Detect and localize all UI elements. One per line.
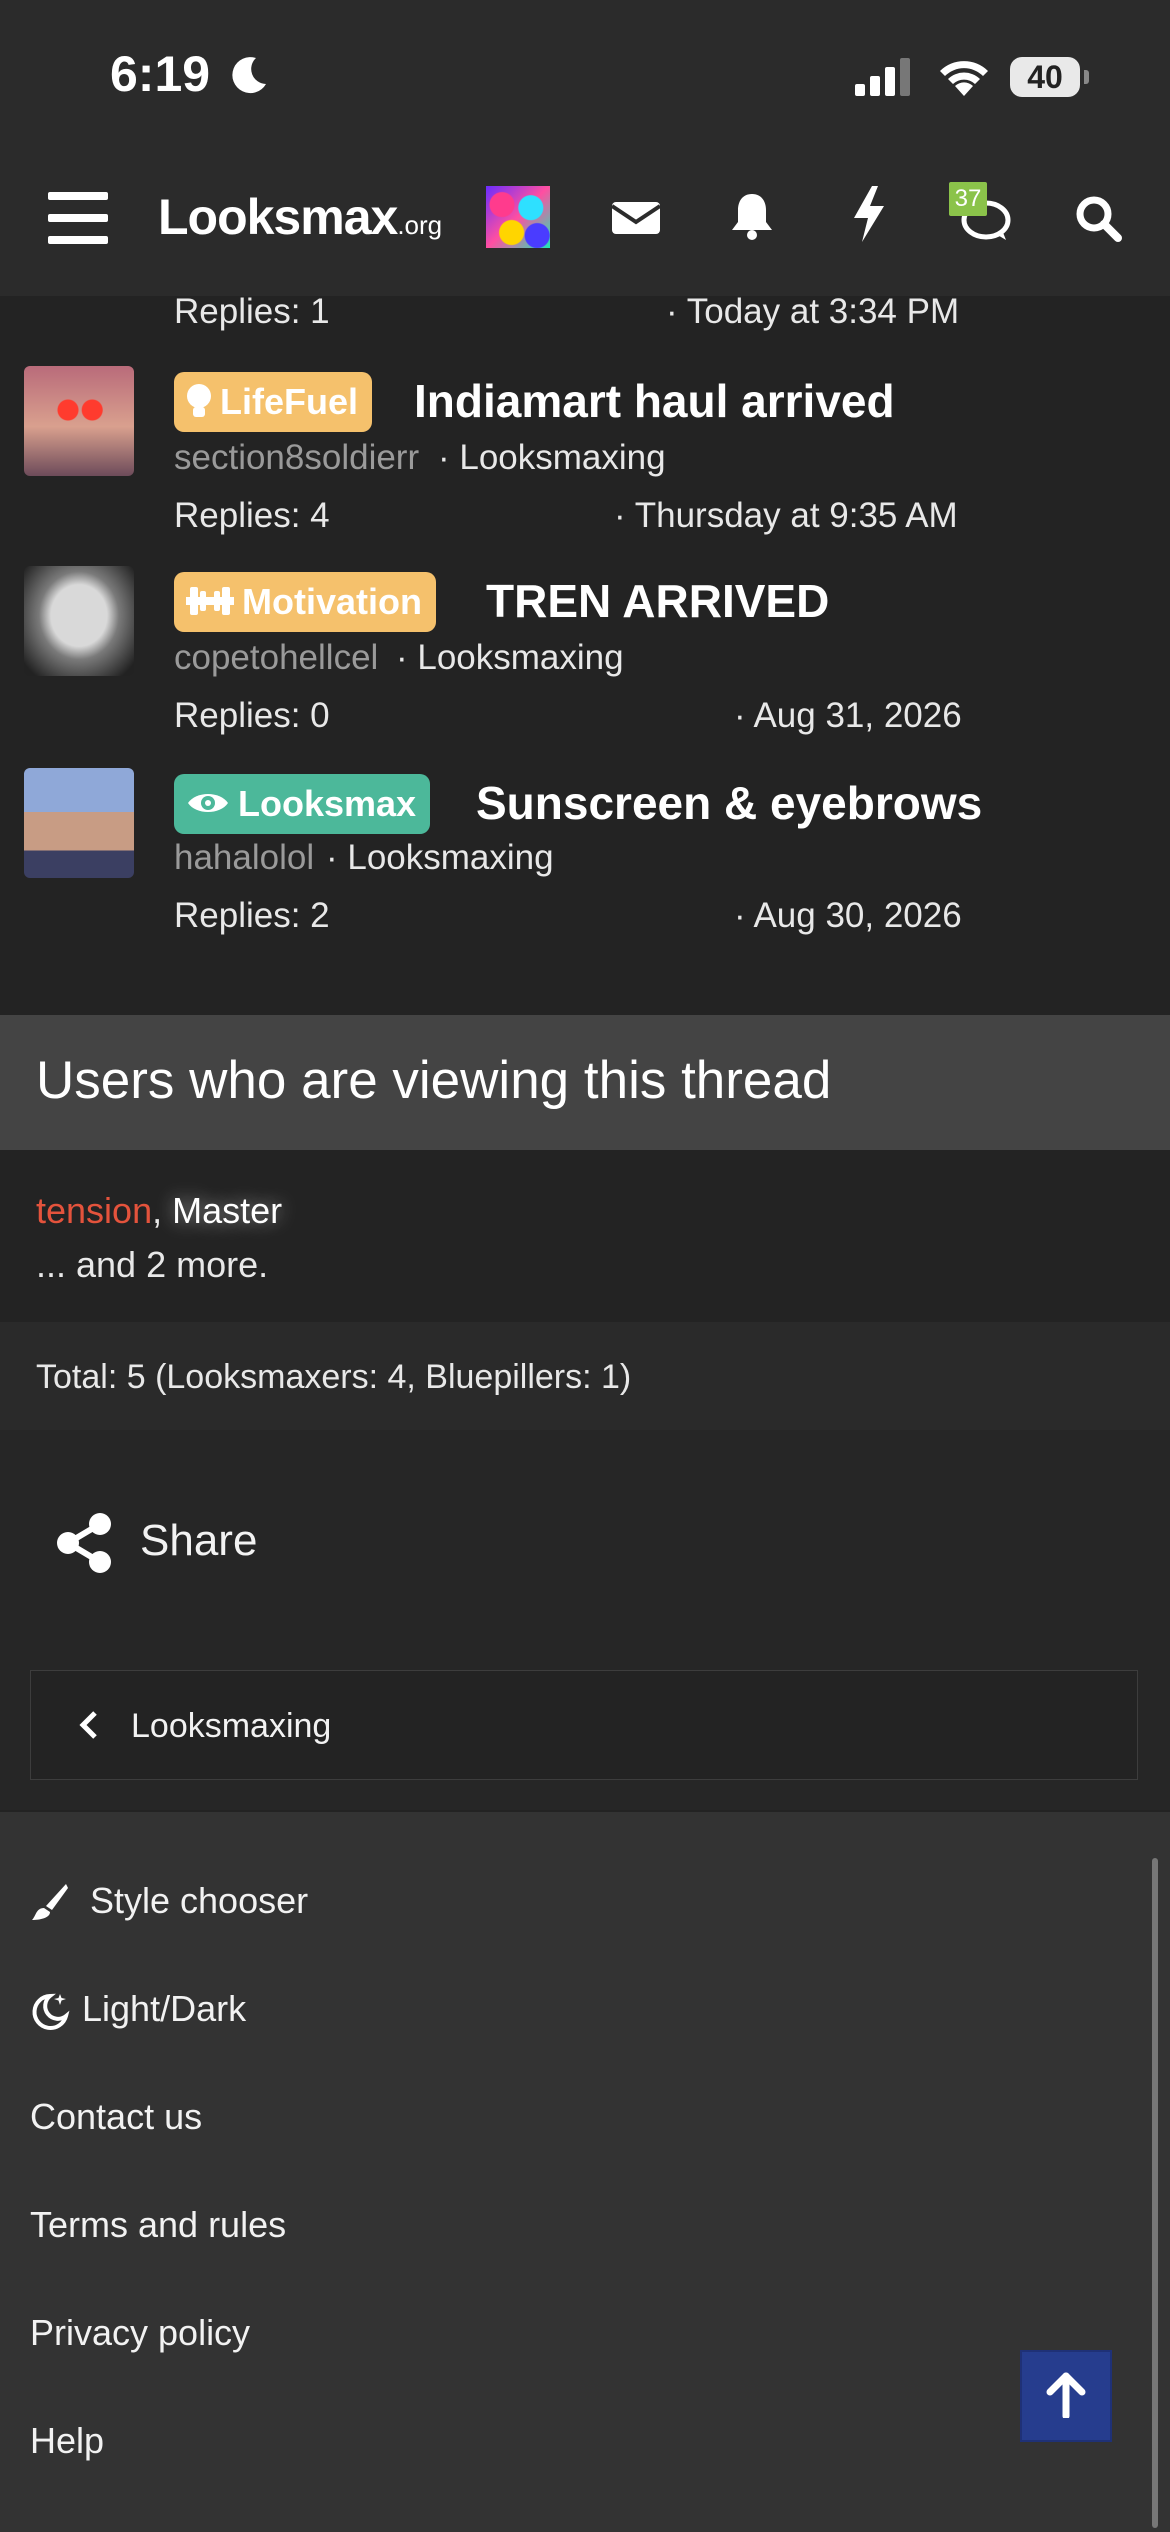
privacy-policy-link[interactable]: Privacy policy — [30, 2312, 250, 2354]
conversations-badge: 37 — [949, 182, 987, 216]
contact-us-link[interactable]: Contact us — [30, 2096, 202, 2138]
scroll-to-top-button[interactable] — [1022, 2352, 1110, 2440]
battery-indicator: 40 — [1010, 57, 1080, 97]
thread-author-avatar[interactable] — [24, 566, 134, 676]
thread-title-link[interactable]: TREN ARRIVED — [486, 574, 829, 628]
prefix-tag-lifefuel[interactable]: LifeFuel — [174, 372, 373, 432]
viewers-more: ... and 2 more. — [36, 1244, 269, 1285]
chevron-left-icon — [79, 1711, 97, 1739]
thread-replies: Replies: 0 — [174, 696, 330, 735]
thread-author[interactable]: section8soldierr — [174, 438, 419, 478]
wifi-icon — [940, 61, 988, 96]
thread-author[interactable]: copetohellcel — [174, 638, 378, 678]
help-link[interactable]: Help — [30, 2420, 104, 2462]
lightbulb-icon — [187, 384, 211, 418]
breadcrumb-link[interactable]: Looksmaxing — [131, 1707, 331, 1746]
prefix-tag-looksmax[interactable]: Looksmax — [174, 774, 431, 834]
viewers-total: Total: 5 (Looksmaxers: 4, Bluepillers: 1… — [36, 1358, 632, 1396]
eye-icon — [188, 794, 228, 813]
moon-stars-icon — [32, 1993, 70, 2030]
viewers-title: Users who are viewing this thread — [36, 1051, 832, 1110]
thread-replies: Replies: 4 — [174, 496, 330, 535]
thread-replies: Replies: 1 — [174, 292, 330, 331]
arrow-up-icon — [1046, 2372, 1086, 2418]
user-avatar[interactable] — [486, 186, 550, 248]
site-logo[interactable]: Looksmax.org — [158, 188, 442, 246]
search-icon[interactable] — [1074, 194, 1122, 242]
paintbrush-icon — [32, 1884, 68, 1920]
thread-replies: Replies: 2 — [174, 896, 330, 935]
thread-forum[interactable]: · Looksmaxing — [438, 438, 666, 478]
thread-forum[interactable]: · Looksmaxing — [326, 838, 554, 878]
prefix-tag-motivation[interactable]: Motivation — [174, 572, 436, 632]
bell-icon[interactable] — [730, 192, 774, 240]
thread-title-link[interactable]: Sunscreen & eyebrows — [476, 776, 982, 830]
thread-last-date[interactable]: · Today at 3:34 PM — [666, 292, 959, 332]
thread-author-avatar[interactable] — [24, 768, 134, 878]
hamburger-menu-icon[interactable] — [48, 192, 108, 244]
breadcrumb[interactable]: Looksmaxing — [30, 1670, 1138, 1780]
terms-link[interactable]: Terms and rules — [30, 2204, 286, 2246]
viewers-list — [0, 1150, 1170, 1320]
viewer-link[interactable]: tension — [36, 1190, 152, 1231]
cellular-signal-icon — [855, 58, 910, 96]
share-icon — [57, 1513, 111, 1573]
moon-icon — [232, 57, 266, 94]
thread-last-date[interactable]: · Aug 31, 2026 — [734, 696, 962, 736]
thread-title-link[interactable]: Indiamart haul arrived — [414, 374, 895, 428]
battery-tip — [1084, 70, 1089, 84]
thread-author-avatar[interactable] — [24, 366, 134, 476]
envelope-icon[interactable] — [612, 198, 660, 236]
status-time: 6:19 — [110, 46, 211, 102]
lightning-icon[interactable] — [852, 186, 886, 242]
thread-forum[interactable]: · Looksmaxing — [396, 638, 624, 678]
status-bar: 6:19 40 — [0, 0, 1170, 150]
scrollbar[interactable] — [1152, 1858, 1158, 2528]
thread-last-date[interactable]: · Aug 30, 2026 — [734, 896, 962, 936]
thread-author[interactable]: hahalolol — [174, 838, 314, 878]
dumbbell-icon — [186, 587, 234, 616]
viewer-link[interactable]: Master — [172, 1190, 282, 1231]
thread-last-date[interactable]: · Thursday at 9:35 AM — [614, 496, 958, 536]
viewer-names: tension, Master — [36, 1190, 283, 1231]
